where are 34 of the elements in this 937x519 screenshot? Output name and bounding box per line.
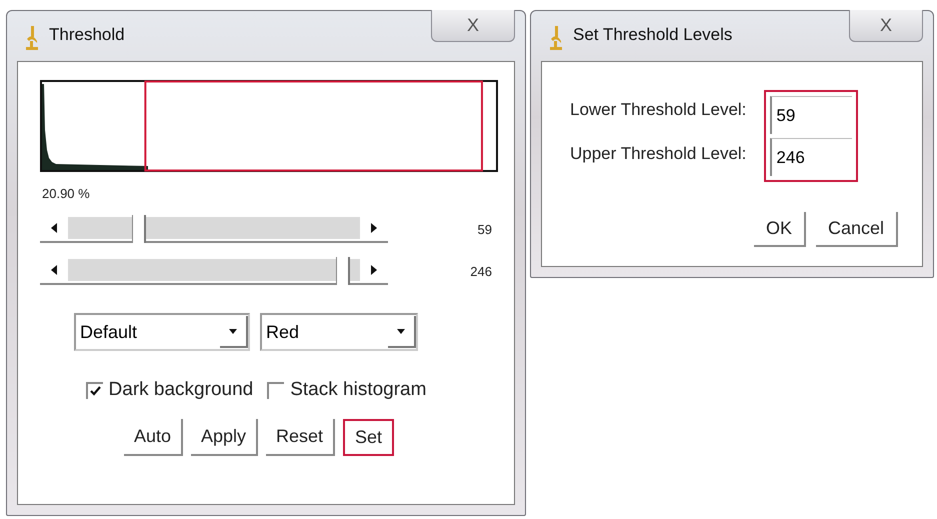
field-label: Upper Threshold Level:: [570, 144, 746, 164]
checkbox-option[interactable]: Stack histogram: [267, 379, 426, 401]
left-arrow-icon: [50, 223, 58, 233]
input-field[interactable]: 246: [770, 138, 852, 176]
action-button[interactable]: Set: [343, 419, 394, 456]
dialog-button[interactable]: Cancel: [816, 212, 898, 247]
microscope-icon: [25, 25, 39, 51]
slider-value: 59: [478, 222, 492, 236]
dropdown-arrow-icon: [397, 326, 405, 336]
slider-value: 246: [470, 264, 492, 278]
checkbox[interactable]: [86, 382, 103, 398]
dialog-button[interactable]: OK: [754, 212, 806, 247]
dropdown[interactable]: Default: [74, 313, 250, 351]
dropdown-arrow-icon: [229, 326, 237, 336]
checkbox[interactable]: [267, 382, 284, 398]
input-field[interactable]: 59: [770, 96, 852, 134]
close-button[interactable]: X: [849, 10, 923, 42]
close-button[interactable]: X: [431, 10, 515, 42]
window-title: Set Threshold Levels: [573, 25, 732, 45]
microscope-icon: [549, 25, 563, 51]
left-arrow-icon: [50, 265, 58, 275]
percent-label: 20.90 %: [42, 186, 91, 201]
checkbox-option[interactable]: Dark background: [86, 379, 254, 401]
action-button[interactable]: Reset: [266, 419, 336, 456]
action-button[interactable]: Apply: [190, 419, 258, 456]
field-label: Lower Threshold Level:: [570, 100, 746, 120]
slider[interactable]: [40, 257, 388, 285]
slider[interactable]: [40, 215, 388, 243]
right-arrow-icon: [370, 265, 378, 275]
right-arrow-icon: [370, 223, 378, 233]
check-icon: [90, 386, 101, 396]
action-button[interactable]: Auto: [124, 419, 183, 456]
window-title: Threshold: [49, 25, 125, 45]
dropdown[interactable]: Red: [260, 313, 418, 351]
